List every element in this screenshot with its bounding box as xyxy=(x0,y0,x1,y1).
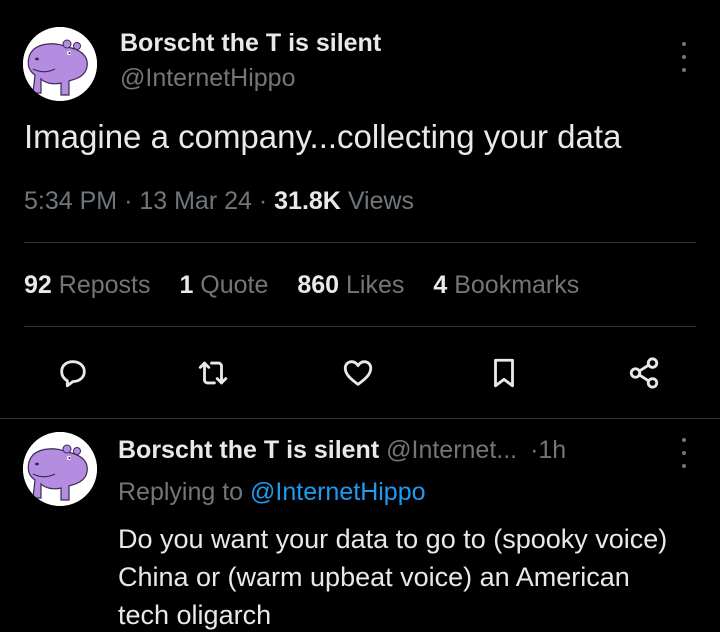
tweet-stats: 92 Reposts 1 Quote 860 Likes 4 Bookmarks xyxy=(24,271,601,300)
reply-text-line: tech oligarch xyxy=(118,600,272,630)
tweet-text: Imagine a company...collecting your data xyxy=(24,118,622,155)
meta-separator: · xyxy=(124,187,133,215)
author-handle[interactable]: @InternetHippo xyxy=(120,64,295,93)
tweet-actions xyxy=(0,344,720,404)
reply-time[interactable]: 1h xyxy=(538,436,566,464)
replying-label: Replying to xyxy=(118,478,244,506)
reply-text-line: China or (warm upbeat voice) an American xyxy=(118,562,630,592)
tweet-meta: 5:34 PM · 13 Mar 24 · 31.8K Views xyxy=(24,187,414,216)
more-options-icon[interactable] xyxy=(679,42,689,72)
tweet-time[interactable]: 5:34 PM xyxy=(24,187,117,215)
reply-author-handle[interactable]: @Internet... xyxy=(386,436,517,464)
bookmark-icon[interactable] xyxy=(487,356,521,390)
divider xyxy=(0,418,720,419)
replying-to: Replying to @InternetHippo xyxy=(118,478,426,507)
author-avatar[interactable] xyxy=(23,27,97,101)
repost-icon[interactable] xyxy=(196,356,230,390)
views-count: 31.8K xyxy=(274,187,341,215)
reply-text-line: Do you want your data to go to (spooky v… xyxy=(118,524,668,554)
tweet-date[interactable]: 13 Mar 24 xyxy=(139,187,252,215)
stat-bookmarks[interactable]: 4 Bookmarks xyxy=(433,271,579,299)
reply-more-options-icon[interactable] xyxy=(679,438,689,468)
meta-separator: · xyxy=(258,187,268,215)
stat-reposts[interactable]: 92 Reposts xyxy=(24,271,150,299)
reply-text: Do you want your data to go to (spooky v… xyxy=(118,520,708,632)
divider xyxy=(24,326,696,327)
reply-author-avatar[interactable] xyxy=(23,432,97,506)
author-name[interactable]: Borscht the T is silent xyxy=(120,29,381,58)
reply-icon[interactable] xyxy=(56,356,90,390)
divider xyxy=(24,242,696,243)
stat-quotes[interactable]: 1 Quote xyxy=(179,271,268,299)
views-label: Views xyxy=(347,187,415,215)
stat-likes[interactable]: 860 Likes xyxy=(297,271,404,299)
reply-author-name[interactable]: Borscht the T is silent xyxy=(118,436,379,464)
hippo-avatar-image xyxy=(23,27,97,101)
hippo-avatar-image xyxy=(23,432,97,506)
share-icon[interactable] xyxy=(627,356,661,390)
like-icon[interactable] xyxy=(341,356,375,390)
reply-header: Borscht the T is silent @Internet... ·1h xyxy=(118,436,566,465)
replying-handle-link[interactable]: @InternetHippo xyxy=(250,478,425,506)
